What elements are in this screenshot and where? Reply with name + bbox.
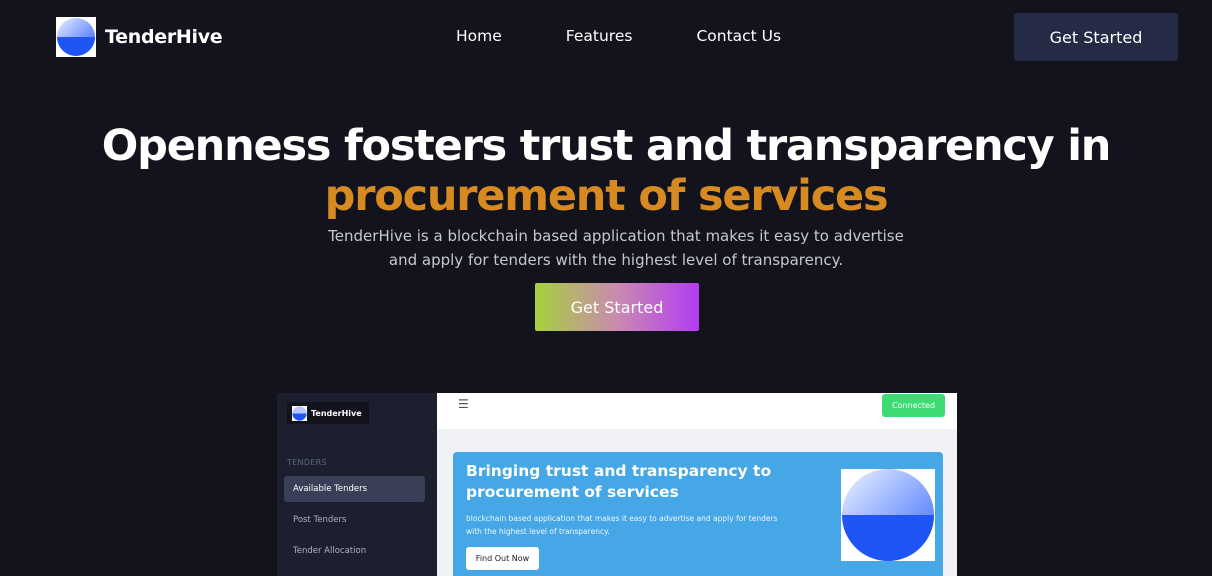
find-out-now-button[interactable]: Find Out Now [466, 547, 539, 570]
banner-text: blockchain based application that makes … [466, 514, 778, 536]
nav-get-started-button[interactable]: Get Started [1014, 13, 1178, 61]
sidebar-item-tender-allocation[interactable]: Tender Allocation [284, 538, 425, 564]
hamburger-menu-icon[interactable]: ☰ [458, 397, 469, 411]
preview-logo-icon [292, 405, 307, 421]
nav-link-home[interactable]: Home [456, 27, 502, 45]
brand-name: TenderHive [105, 26, 223, 48]
logo-icon [56, 17, 96, 57]
preview-banner: Bringing trust and transparency to procu… [453, 452, 943, 576]
brand-logo[interactable]: TenderHive [56, 17, 223, 57]
app-preview: TenderHive TENDERS Available Tenders Pos… [277, 393, 957, 576]
preview-sidebar: TenderHive TENDERS Available Tenders Pos… [277, 393, 437, 576]
hero-title-line2: procurement of services [324, 171, 889, 221]
nav-links: Home Features Contact Us [456, 27, 781, 45]
banner-illustration [841, 469, 935, 561]
sidebar-item-post-tenders[interactable]: Post Tenders [284, 507, 425, 533]
connected-status-button[interactable]: Connected [882, 394, 945, 417]
hero-title: Openness fosters trust and transparency … [0, 121, 1212, 221]
top-nav: TenderHive Home Features Contact Us Get … [0, 0, 1212, 76]
banner-title: Bringing trust and transparency to procu… [466, 462, 772, 501]
preview-topbar: ☰ Connected [437, 393, 957, 429]
preview-brand-logo[interactable]: TenderHive [287, 402, 369, 424]
hero-get-started-button[interactable]: Get Started [535, 283, 699, 331]
hero-subtitle: TenderHive is a blockchain based applica… [328, 227, 904, 269]
hero-title-line1: Openness fosters trust and transparency … [101, 121, 1112, 171]
nav-link-features[interactable]: Features [566, 27, 633, 45]
sidebar-section-label: TENDERS [287, 458, 327, 467]
sidebar-item-available-tenders[interactable]: Available Tenders [284, 476, 425, 502]
preview-brand-name: TenderHive [311, 408, 362, 418]
nav-link-contact[interactable]: Contact Us [696, 27, 781, 45]
